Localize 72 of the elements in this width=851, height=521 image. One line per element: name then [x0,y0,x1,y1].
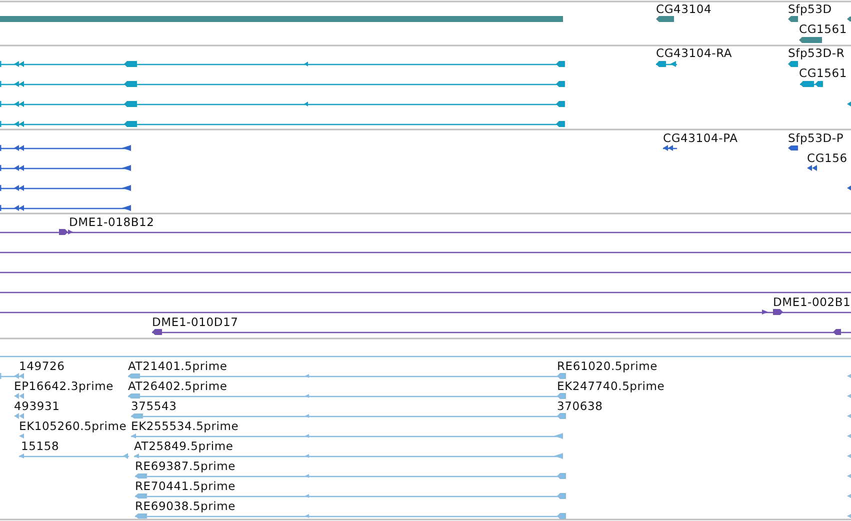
clone-feature[interactable] [152,329,851,335]
feature-label: AT21401.5prime [128,359,228,373]
feature-label: DME1-018B12 [69,215,154,229]
est-feature[interactable] [847,434,851,438]
transcript-feature[interactable] [0,121,565,127]
transcript-feature[interactable] [0,81,565,87]
est-feature[interactable] [847,454,851,458]
protein-feature[interactable] [0,165,131,171]
est-feature[interactable] [19,453,129,459]
feature-label: AT26402.5prime [128,379,228,393]
protein-feature[interactable] [788,146,798,150]
feature-label: Sfp53D-R [788,46,845,60]
protein-feature[interactable] [0,185,131,191]
feature-label: DME1-010D17 [152,315,238,329]
est-feature[interactable] [128,393,566,399]
est-feature[interactable] [847,474,851,478]
est-feature[interactable] [847,514,851,518]
feature-label: CG1561 [799,66,848,80]
feature-label: CG43104-RA [656,46,732,60]
transcript-feature[interactable] [0,101,565,107]
feature-label: CG43104 [656,2,712,16]
gene-feature[interactable] [847,16,851,22]
est-feature[interactable] [131,413,566,419]
transcript-feature[interactable] [847,102,851,106]
feature-label: 149726 [19,359,65,373]
feature-label: EP16642.3prime [14,379,114,393]
feature-label: RE70441.5prime [135,479,236,493]
est-feature[interactable] [19,434,24,438]
protein-feature[interactable] [0,205,131,211]
feature-label: 375543 [131,399,177,413]
feature-label: Sfp53D-P [788,131,844,145]
transcript-feature[interactable] [0,61,565,67]
feature-label: EK105260.5prime [19,419,127,433]
est-feature[interactable] [14,413,24,419]
feature-label: RE69387.5prime [135,459,236,473]
gene-feature[interactable] [788,16,798,22]
est-feature[interactable] [134,453,563,459]
feature-label: 493931 [14,399,60,413]
transcript-feature[interactable] [800,81,823,87]
est-feature[interactable] [135,473,566,479]
est-feature[interactable] [135,513,566,519]
est-feature[interactable] [847,494,851,498]
est-feature[interactable] [14,393,24,399]
transcript-feature[interactable] [656,61,677,67]
clone-feature[interactable] [0,309,851,315]
protein-feature[interactable] [807,165,817,171]
est-feature[interactable] [847,394,851,398]
clone-feature[interactable] [0,229,851,235]
feature-label: RE61020.5prime [557,359,658,373]
feature-label: EK255534.5prime [131,419,239,433]
transcript-feature[interactable] [788,61,798,67]
protein-feature[interactable] [663,145,677,151]
feature-label: Sfp53D [788,2,832,16]
est-feature[interactable] [135,493,566,499]
feature-label: AT25849.5prime [134,439,234,453]
protein-feature[interactable] [847,186,851,190]
feature-label: CG43104-PA [663,131,738,145]
feature-label: DME1-002B1 [773,295,851,309]
protein-feature[interactable] [0,145,131,151]
feature-label: RE69038.5prime [135,499,236,513]
feature-label: CG156 [807,151,848,165]
est-feature[interactable] [0,373,24,379]
gene-feature[interactable] [799,37,822,43]
feature-label: CG1561 [799,22,848,36]
feature-label: 370638 [557,399,603,413]
feature-label: EK247740.5prime [557,379,665,393]
est-feature[interactable] [128,373,566,379]
est-feature[interactable] [847,414,851,418]
est-feature[interactable] [131,433,563,439]
gene-feature[interactable] [656,16,674,22]
est-feature[interactable] [847,374,851,378]
feature-label: 15158 [21,439,60,453]
